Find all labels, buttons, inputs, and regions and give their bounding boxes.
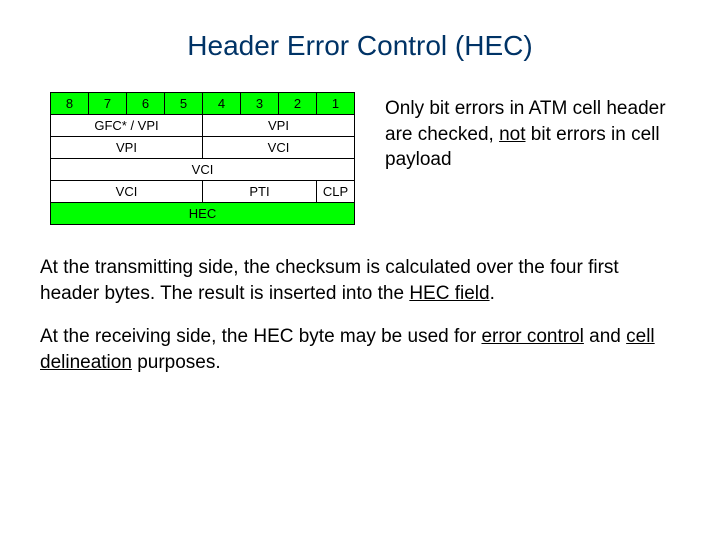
header-table: 8 7 6 5 4 3 2 1 GFC* / VPI VPI VPI VCI xyxy=(50,92,355,225)
side-note: Only bit errors in ATM cell header are c… xyxy=(385,96,680,173)
para2-text-3: purposes. xyxy=(132,352,221,373)
bit-3: 3 xyxy=(241,93,279,115)
gfc-vpi-cell: GFC* / VPI xyxy=(51,115,203,137)
para2-text-2: and xyxy=(584,326,626,347)
side-not: not xyxy=(499,124,525,145)
page-title: Header Error Control (HEC) xyxy=(40,30,680,62)
paragraph-transmitting: At the transmitting side, the checksum i… xyxy=(40,255,680,306)
vci-cell-3: VCI xyxy=(51,181,203,203)
paragraph-receiving: At the receiving side, the HEC byte may … xyxy=(40,324,680,375)
byte-5-row: HEC xyxy=(51,203,355,225)
byte-2-row: VPI VCI xyxy=(51,137,355,159)
clp-cell: CLP xyxy=(317,181,355,203)
bit-6: 6 xyxy=(127,93,165,115)
pti-cell: PTI xyxy=(203,181,317,203)
hec-cell: HEC xyxy=(51,203,355,225)
bit-number-row: 8 7 6 5 4 3 2 1 xyxy=(51,93,355,115)
vpi-cell-1: VPI xyxy=(203,115,355,137)
atm-header-diagram: 8 7 6 5 4 3 2 1 GFC* / VPI VPI VPI VCI xyxy=(50,92,355,225)
para2-error-control: error control xyxy=(481,326,583,347)
bit-4: 4 xyxy=(203,93,241,115)
vpi-cell-2: VPI xyxy=(51,137,203,159)
vci-cell-2: VCI xyxy=(51,159,355,181)
para2-text-1: At the receiving side, the HEC byte may … xyxy=(40,326,481,347)
byte-4-row: VCI PTI CLP xyxy=(51,181,355,203)
byte-1-row: GFC* / VPI VPI xyxy=(51,115,355,137)
para1-text-1: At the transmitting side, the checksum i… xyxy=(40,257,619,304)
para1-text-2: . xyxy=(490,283,495,304)
bit-8: 8 xyxy=(51,93,89,115)
para1-hec: HEC field xyxy=(409,283,489,304)
bit-5: 5 xyxy=(165,93,203,115)
byte-3-row: VCI xyxy=(51,159,355,181)
vci-cell-1: VCI xyxy=(203,137,355,159)
bit-2: 2 xyxy=(279,93,317,115)
bit-7: 7 xyxy=(89,93,127,115)
bit-1: 1 xyxy=(317,93,355,115)
